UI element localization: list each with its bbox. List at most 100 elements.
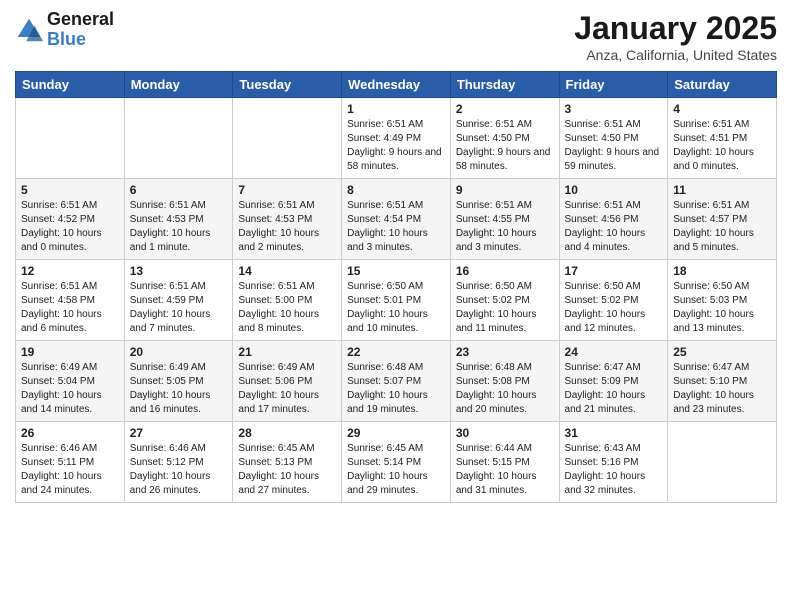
calendar-day-cell: 28 Sunrise: 6:45 AMSunset: 5:13 PMDayligh… [233, 422, 342, 503]
page-header: General Blue January 2025 Anza, Californ… [15, 10, 777, 63]
weekday-header: Sunday [16, 72, 125, 98]
location-subtitle: Anza, California, United States [574, 47, 777, 63]
day-info: Sunrise: 6:51 AMSunset: 4:51 PMDaylight:… [673, 118, 771, 174]
calendar-day-cell: 1 Sunrise: 6:51 AMSunset: 4:49 PMDaylight… [342, 98, 451, 179]
calendar-week-row: 26 Sunrise: 6:46 AMSunset: 5:11 PMDayligh… [16, 422, 777, 503]
calendar-day-cell: 2 Sunrise: 6:51 AMSunset: 4:50 PMDaylight… [450, 98, 559, 179]
calendar-day-cell: 25Sunrise: 6:47 AMSunset: 5:10 PMDayligh… [668, 341, 777, 422]
day-number: 31 [565, 426, 663, 440]
calendar-day-cell: 10Sunrise: 6:51 AMSunset: 4:56 PMDayligh… [559, 179, 668, 260]
day-info: Sunrise: 6:46 AMSunset: 5:12 PMDaylight:… [130, 442, 228, 498]
day-info: Sunrise: 6:50 AMSunset: 5:03 PMDaylight:… [673, 280, 771, 336]
calendar-week-row: 5 Sunrise: 6:51 AMSunset: 4:52 PMDaylight… [16, 179, 777, 260]
month-year-title: January 2025 [574, 10, 777, 47]
day-number: 6 [130, 183, 228, 197]
calendar-day-cell [668, 422, 777, 503]
day-number: 12 [21, 264, 119, 278]
day-info: Sunrise: 6:51 AMSunset: 4:50 PMDaylight:… [456, 118, 554, 174]
day-number: 19 [21, 345, 119, 359]
day-number: 15 [347, 264, 445, 278]
day-info: Sunrise: 6:51 AMSunset: 5:00 PMDaylight:… [238, 280, 336, 336]
day-number: 5 [21, 183, 119, 197]
day-number: 3 [565, 102, 663, 116]
day-number: 28 [238, 426, 336, 440]
calendar-day-cell: 5 Sunrise: 6:51 AMSunset: 4:52 PMDaylight… [16, 179, 125, 260]
weekday-header: Saturday [668, 72, 777, 98]
day-number: 11 [673, 183, 771, 197]
day-number: 22 [347, 345, 445, 359]
day-info: Sunrise: 6:51 AMSunset: 4:52 PMDaylight:… [21, 199, 119, 255]
calendar-day-cell: 22 Sunrise: 6:48 AMSunset: 5:07 PMDayligh… [342, 341, 451, 422]
day-number: 1 [347, 102, 445, 116]
weekday-header: Wednesday [342, 72, 451, 98]
calendar-week-row: 19 Sunrise: 6:49 AMSunset: 5:04 PMDayligh… [16, 341, 777, 422]
calendar-day-cell: 11Sunrise: 6:51 AMSunset: 4:57 PMDayligh… [668, 179, 777, 260]
day-info: Sunrise: 6:50 AMSunset: 5:02 PMDaylight:… [565, 280, 663, 336]
day-number: 26 [21, 426, 119, 440]
calendar-day-cell: 7 Sunrise: 6:51 AMSunset: 4:53 PMDaylight… [233, 179, 342, 260]
calendar-day-cell: 14 Sunrise: 6:51 AMSunset: 5:00 PMDayligh… [233, 260, 342, 341]
calendar-day-cell: 24 Sunrise: 6:47 AMSunset: 5:09 PMDayligh… [559, 341, 668, 422]
calendar-day-cell: 18 Sunrise: 6:50 AMSunset: 5:03 PMDayligh… [668, 260, 777, 341]
calendar-day-cell: 26 Sunrise: 6:46 AMSunset: 5:11 PMDayligh… [16, 422, 125, 503]
calendar-day-cell: 31Sunrise: 6:43 AMSunset: 5:16 PMDayligh… [559, 422, 668, 503]
calendar-day-cell: 13Sunrise: 6:51 AMSunset: 4:59 PMDayligh… [124, 260, 233, 341]
day-number: 30 [456, 426, 554, 440]
logo-text: General Blue [47, 10, 114, 50]
day-info: Sunrise: 6:51 AMSunset: 4:59 PMDaylight:… [130, 280, 228, 336]
title-block: January 2025 Anza, California, United St… [574, 10, 777, 63]
day-info: Sunrise: 6:51 AMSunset: 4:54 PMDaylight:… [347, 199, 445, 255]
weekday-header: Tuesday [233, 72, 342, 98]
day-number: 7 [238, 183, 336, 197]
weekday-header: Thursday [450, 72, 559, 98]
calendar-header-row: SundayMondayTuesdayWednesdayThursdayFrid… [16, 72, 777, 98]
day-info: Sunrise: 6:44 AMSunset: 5:15 PMDaylight:… [456, 442, 554, 498]
day-info: Sunrise: 6:51 AMSunset: 4:50 PMDaylight:… [565, 118, 663, 174]
day-number: 4 [673, 102, 771, 116]
calendar-table: SundayMondayTuesdayWednesdayThursdayFrid… [15, 71, 777, 503]
day-info: Sunrise: 6:51 AMSunset: 4:53 PMDaylight:… [238, 199, 336, 255]
day-info: Sunrise: 6:45 AMSunset: 5:14 PMDaylight:… [347, 442, 445, 498]
calendar-day-cell: 19 Sunrise: 6:49 AMSunset: 5:04 PMDayligh… [16, 341, 125, 422]
day-info: Sunrise: 6:48 AMSunset: 5:07 PMDaylight:… [347, 361, 445, 417]
day-number: 16 [456, 264, 554, 278]
calendar-day-cell: 15 Sunrise: 6:50 AMSunset: 5:01 PMDayligh… [342, 260, 451, 341]
calendar-day-cell: 12 Sunrise: 6:51 AMSunset: 4:58 PMDayligh… [16, 260, 125, 341]
calendar-day-cell [16, 98, 125, 179]
weekday-header: Friday [559, 72, 668, 98]
calendar-day-cell: 21 Sunrise: 6:49 AMSunset: 5:06 PMDayligh… [233, 341, 342, 422]
calendar-day-cell: 16 Sunrise: 6:50 AMSunset: 5:02 PMDayligh… [450, 260, 559, 341]
day-number: 8 [347, 183, 445, 197]
day-info: Sunrise: 6:46 AMSunset: 5:11 PMDaylight:… [21, 442, 119, 498]
day-number: 20 [130, 345, 228, 359]
calendar-day-cell [124, 98, 233, 179]
day-info: Sunrise: 6:51 AMSunset: 4:55 PMDaylight:… [456, 199, 554, 255]
day-info: Sunrise: 6:51 AMSunset: 4:49 PMDaylight:… [347, 118, 445, 174]
logo: General Blue [15, 10, 114, 50]
day-number: 10 [565, 183, 663, 197]
day-number: 27 [130, 426, 228, 440]
calendar-week-row: 1 Sunrise: 6:51 AMSunset: 4:49 PMDaylight… [16, 98, 777, 179]
day-info: Sunrise: 6:50 AMSunset: 5:01 PMDaylight:… [347, 280, 445, 336]
day-info: Sunrise: 6:51 AMSunset: 4:58 PMDaylight:… [21, 280, 119, 336]
day-number: 2 [456, 102, 554, 116]
logo-icon [15, 16, 43, 44]
calendar-day-cell: 29 Sunrise: 6:45 AMSunset: 5:14 PMDayligh… [342, 422, 451, 503]
day-number: 21 [238, 345, 336, 359]
calendar-day-cell: 17Sunrise: 6:50 AMSunset: 5:02 PMDayligh… [559, 260, 668, 341]
day-info: Sunrise: 6:49 AMSunset: 5:06 PMDaylight:… [238, 361, 336, 417]
calendar-day-cell: 30 Sunrise: 6:44 AMSunset: 5:15 PMDayligh… [450, 422, 559, 503]
day-number: 24 [565, 345, 663, 359]
day-info: Sunrise: 6:50 AMSunset: 5:02 PMDaylight:… [456, 280, 554, 336]
day-info: Sunrise: 6:51 AMSunset: 4:53 PMDaylight:… [130, 199, 228, 255]
day-info: Sunrise: 6:47 AMSunset: 5:09 PMDaylight:… [565, 361, 663, 417]
calendar-day-cell: 9Sunrise: 6:51 AMSunset: 4:55 PMDaylight… [450, 179, 559, 260]
day-number: 18 [673, 264, 771, 278]
day-info: Sunrise: 6:45 AMSunset: 5:13 PMDaylight:… [238, 442, 336, 498]
day-number: 29 [347, 426, 445, 440]
day-info: Sunrise: 6:48 AMSunset: 5:08 PMDaylight:… [456, 361, 554, 417]
calendar-day-cell: 3 Sunrise: 6:51 AMSunset: 4:50 PMDaylight… [559, 98, 668, 179]
day-number: 14 [238, 264, 336, 278]
day-info: Sunrise: 6:49 AMSunset: 5:04 PMDaylight:… [21, 361, 119, 417]
calendar-week-row: 12 Sunrise: 6:51 AMSunset: 4:58 PMDayligh… [16, 260, 777, 341]
